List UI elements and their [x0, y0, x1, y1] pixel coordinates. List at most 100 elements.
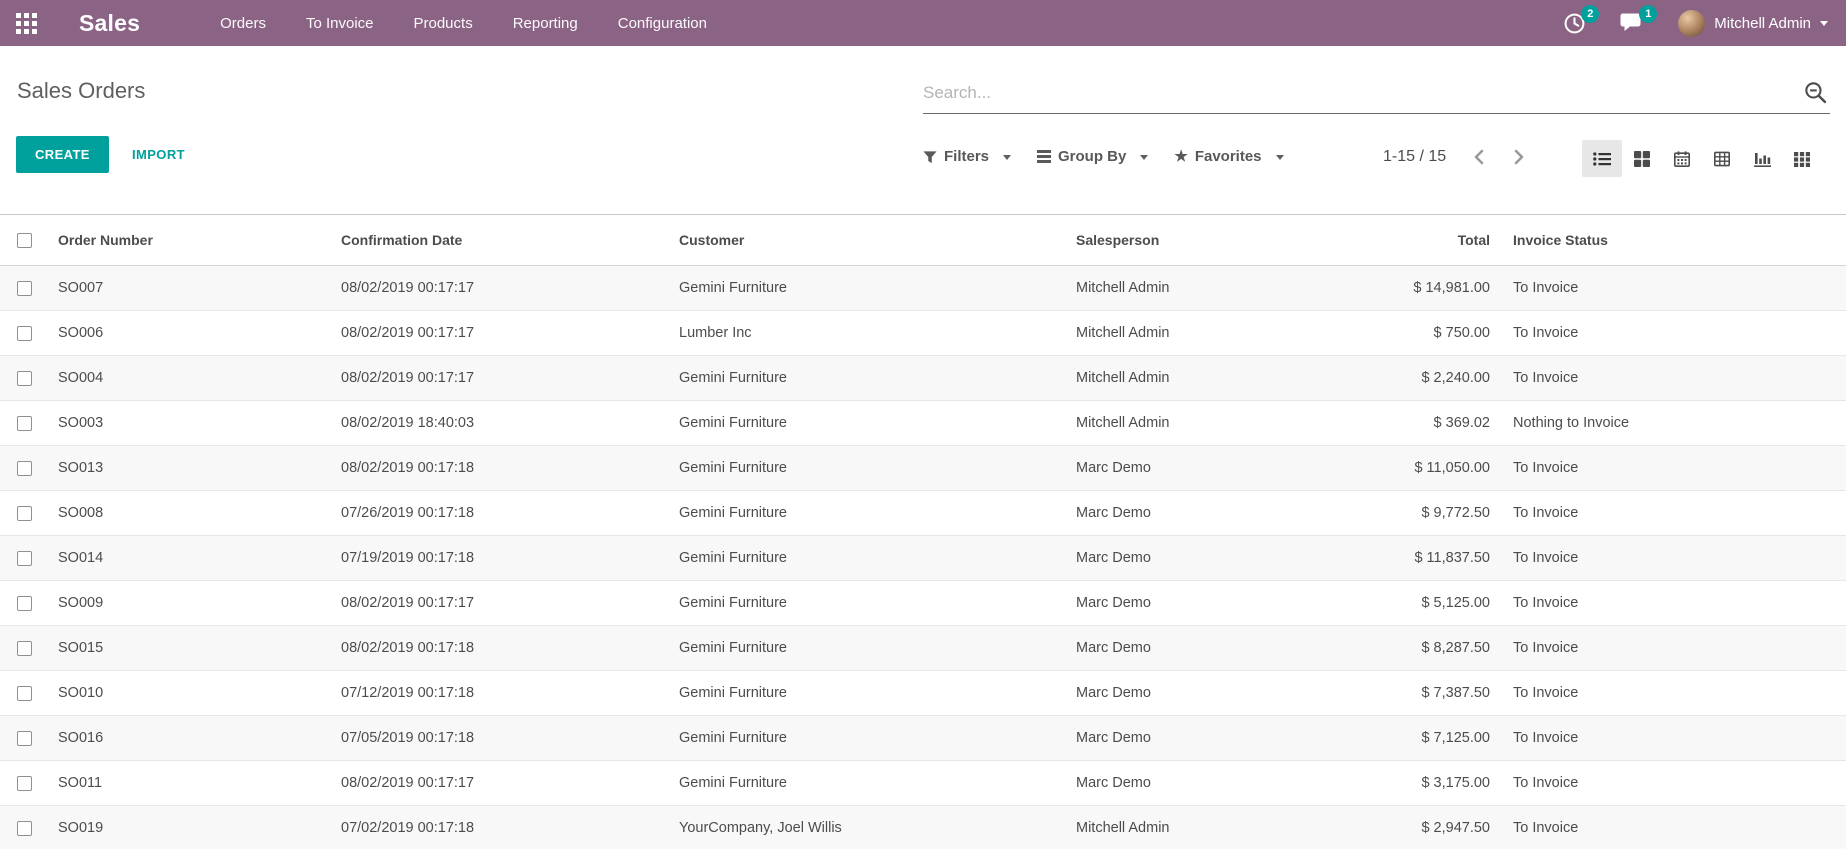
confirmation-date-cell: 08/02/2019 00:17:17 [333, 761, 671, 806]
column-header-salesperson[interactable]: Salesperson [1068, 215, 1321, 266]
column-header-order-number[interactable]: Order Number [50, 215, 333, 266]
table-row[interactable]: SO014 07/19/2019 00:17:18 Gemini Furnitu… [0, 536, 1846, 581]
search-input[interactable] [923, 83, 1803, 103]
table-row[interactable]: SO004 08/02/2019 00:17:17 Gemini Furnitu… [0, 356, 1846, 401]
favorites-label: Favorites [1195, 148, 1262, 165]
row-checkbox[interactable] [17, 551, 32, 566]
confirmation-date-cell: 08/02/2019 00:17:17 [333, 266, 671, 311]
confirmation-date-cell: 08/02/2019 00:17:17 [333, 581, 671, 626]
table-row[interactable]: SO015 08/02/2019 00:17:18 Gemini Furnitu… [0, 626, 1846, 671]
row-checkbox[interactable] [17, 596, 32, 611]
menu-item-products[interactable]: Products [414, 15, 473, 32]
bar-chart-icon [1754, 151, 1771, 167]
row-checkbox[interactable] [17, 506, 32, 521]
menu-item-configuration[interactable]: Configuration [618, 15, 707, 32]
order-number-cell: SO013 [50, 446, 333, 491]
row-checkbox[interactable] [17, 461, 32, 476]
list-view-icon [1593, 151, 1611, 167]
view-pivot-button[interactable] [1702, 140, 1742, 177]
group-by-dropdown[interactable]: Group By [1037, 148, 1148, 165]
row-checkbox[interactable] [17, 731, 32, 746]
apps-menu-icon[interactable] [16, 13, 37, 34]
filters-dropdown[interactable]: Filters [923, 148, 1011, 165]
main-menu: Orders To Invoice Products Reporting Con… [220, 15, 707, 32]
pager-previous-button[interactable] [1472, 149, 1486, 165]
chevron-left-icon [1472, 149, 1486, 165]
total-cell: $ 750.00 [1321, 311, 1490, 356]
salesperson-cell: Marc Demo [1068, 671, 1321, 716]
view-list-button[interactable] [1582, 140, 1622, 177]
table-row[interactable]: SO007 08/02/2019 00:17:17 Gemini Furnitu… [0, 266, 1846, 311]
pager-next-button[interactable] [1512, 149, 1526, 165]
invoice-status-cell: To Invoice [1490, 491, 1846, 536]
order-number-cell: SO007 [50, 266, 333, 311]
menu-item-orders[interactable]: Orders [220, 15, 266, 32]
total-cell: $ 2,240.00 [1321, 356, 1490, 401]
row-checkbox[interactable] [17, 821, 32, 836]
table-row[interactable]: SO008 07/26/2019 00:17:18 Gemini Furnitu… [0, 491, 1846, 536]
table-row[interactable]: SO009 08/02/2019 00:17:17 Gemini Furnitu… [0, 581, 1846, 626]
view-graph-button[interactable] [1742, 140, 1782, 177]
customer-cell: Gemini Furniture [671, 491, 1068, 536]
order-number-cell: SO008 [50, 491, 333, 536]
invoice-status-cell: To Invoice [1490, 356, 1846, 401]
table-row[interactable]: SO019 07/02/2019 00:17:18 YourCompany, J… [0, 806, 1846, 849]
order-number-cell: SO006 [50, 311, 333, 356]
orders-table-body: SO007 08/02/2019 00:17:17 Gemini Furnitu… [0, 266, 1846, 849]
user-menu[interactable]: Mitchell Admin [1714, 15, 1811, 32]
table-row[interactable]: SO003 08/02/2019 18:40:03 Gemini Furnitu… [0, 401, 1846, 446]
column-header-total[interactable]: Total [1321, 215, 1490, 266]
row-checkbox[interactable] [17, 416, 32, 431]
top-navbar: Sales Orders To Invoice Products Reporti… [0, 0, 1846, 46]
chevron-right-icon [1512, 149, 1526, 165]
column-header-customer[interactable]: Customer [671, 215, 1068, 266]
customer-cell: Gemini Furniture [671, 356, 1068, 401]
total-cell: $ 7,387.50 [1321, 671, 1490, 716]
row-checkbox[interactable] [17, 371, 32, 386]
calendar-view-icon [1674, 151, 1690, 167]
message-count-badge: 1 [1639, 5, 1657, 23]
customer-cell: Gemini Furniture [671, 581, 1068, 626]
row-checkbox[interactable] [17, 686, 32, 701]
view-kanban-button[interactable] [1622, 140, 1662, 177]
salesperson-cell: Marc Demo [1068, 581, 1321, 626]
activity-grid-icon [1794, 151, 1810, 167]
row-checkbox[interactable] [17, 776, 32, 791]
row-checkbox[interactable] [17, 326, 32, 341]
messages-button[interactable]: 1 [1620, 12, 1644, 34]
select-all-checkbox[interactable] [17, 233, 32, 248]
table-row[interactable]: SO010 07/12/2019 00:17:18 Gemini Furnitu… [0, 671, 1846, 716]
favorites-dropdown[interactable]: ★ Favorites [1174, 148, 1283, 165]
app-brand[interactable]: Sales [79, 10, 140, 37]
kanban-view-icon [1634, 151, 1650, 167]
menu-item-to-invoice[interactable]: To Invoice [306, 15, 374, 32]
table-header-row: Order Number Confirmation Date Customer … [0, 215, 1846, 266]
invoice-status-cell: To Invoice [1490, 581, 1846, 626]
table-row[interactable]: SO006 08/02/2019 00:17:17 Lumber Inc Mit… [0, 311, 1846, 356]
confirmation-date-cell: 07/05/2019 00:17:18 [333, 716, 671, 761]
create-button[interactable]: CREATE [16, 136, 109, 173]
salesperson-cell: Mitchell Admin [1068, 311, 1321, 356]
table-row[interactable]: SO016 07/05/2019 00:17:18 Gemini Furnitu… [0, 716, 1846, 761]
view-calendar-button[interactable] [1662, 140, 1702, 177]
confirmation-date-cell: 08/02/2019 00:17:17 [333, 311, 671, 356]
pager-range: 1-15 / 15 [1383, 148, 1446, 166]
activities-button[interactable]: 2 [1563, 12, 1586, 35]
confirmation-date-cell: 08/02/2019 00:17:18 [333, 446, 671, 491]
row-checkbox[interactable] [17, 281, 32, 296]
search-icon[interactable] [1803, 80, 1828, 105]
user-avatar[interactable] [1678, 10, 1705, 37]
row-checkbox[interactable] [17, 641, 32, 656]
menu-item-reporting[interactable]: Reporting [513, 15, 578, 32]
table-row[interactable]: SO011 08/02/2019 00:17:17 Gemini Furnitu… [0, 761, 1846, 806]
group-by-bars-icon [1037, 150, 1051, 163]
customer-cell: Gemini Furniture [671, 536, 1068, 581]
import-button[interactable]: IMPORT [122, 136, 195, 173]
chevron-down-icon [1140, 155, 1148, 160]
view-activity-button[interactable] [1782, 140, 1822, 177]
table-row[interactable]: SO013 08/02/2019 00:17:18 Gemini Furnitu… [0, 446, 1846, 491]
salesperson-cell: Marc Demo [1068, 491, 1321, 536]
column-header-invoice-status[interactable]: Invoice Status [1490, 215, 1846, 266]
column-header-confirmation-date[interactable]: Confirmation Date [333, 215, 671, 266]
chevron-down-icon [1820, 21, 1828, 26]
